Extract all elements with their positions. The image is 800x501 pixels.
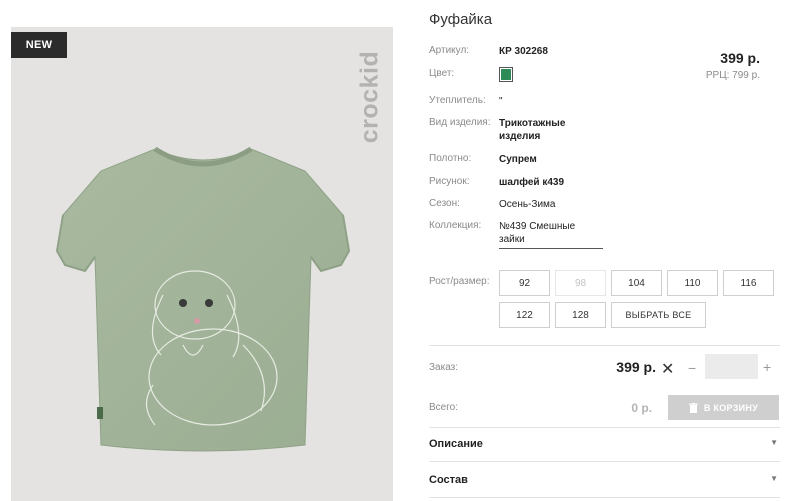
pattern-value: шалфей к439: [499, 177, 565, 188]
article-value: КР 302268: [499, 46, 548, 57]
product-title: Фуфайка: [429, 11, 493, 28]
size-option-116[interactable]: 116: [723, 270, 774, 296]
select-all-sizes-button[interactable]: ВЫБРАТЬ ВСЕ: [611, 302, 706, 328]
insulation-value: ": [499, 96, 503, 107]
pattern-label: Рисунок:: [429, 176, 470, 187]
accordion-description[interactable]: Описание ▼: [429, 438, 780, 458]
size-option-110[interactable]: 110: [667, 270, 718, 296]
color-label: Цвет:: [429, 68, 455, 79]
product-price: 399 р.: [720, 50, 760, 66]
collection-label: Коллекция:: [429, 220, 482, 231]
size-option-92[interactable]: 92: [499, 270, 550, 296]
fabric-label: Полотно:: [429, 153, 472, 164]
chevron-down-icon: ▼: [770, 474, 778, 483]
trash-icon: [688, 402, 698, 413]
size-option-98[interactable]: 98: [555, 270, 606, 296]
size-option-128[interactable]: 128: [555, 302, 606, 328]
divider: [429, 461, 780, 462]
color-swatch[interactable]: [499, 67, 513, 82]
tshirt-illustration: [55, 146, 351, 452]
divider: [429, 427, 780, 428]
insulation-label: Утеплитель:: [429, 95, 486, 106]
times-icon: ✕: [661, 361, 675, 378]
order-price: 399 р.: [616, 359, 656, 375]
size-option-122[interactable]: 122: [499, 302, 550, 328]
quantity-input[interactable]: [705, 354, 758, 379]
fabric-value: Супрем: [499, 154, 537, 165]
season-label: Сезон:: [429, 198, 460, 209]
quantity-decrease-button[interactable]: −: [688, 360, 696, 376]
collection-value: №439 Смешные зайки: [499, 220, 603, 249]
total-label: Всего:: [429, 402, 458, 413]
accordion-composition[interactable]: Состав ▼: [429, 474, 780, 494]
product-image: NEW crockid: [11, 27, 393, 501]
chevron-down-icon: ▼: [770, 438, 778, 447]
season-value: Осень-Зима: [499, 199, 556, 210]
divider: [429, 345, 780, 346]
add-to-cart-button[interactable]: В КОРЗИНУ: [668, 395, 779, 420]
quantity-increase-button[interactable]: +: [763, 359, 771, 375]
new-badge: NEW: [11, 32, 67, 58]
rrc-price: РРЦ: 799 р.: [705, 70, 760, 81]
size-label: Рост/размер:: [429, 276, 490, 287]
size-option-104[interactable]: 104: [611, 270, 662, 296]
total-value: 0 р.: [631, 401, 652, 415]
order-label: Заказ:: [429, 362, 459, 373]
type-label: Вид изделия:: [429, 117, 491, 128]
divider: [429, 497, 780, 498]
article-label: Артикул:: [429, 45, 470, 56]
type-value: Трикотажные изделия: [499, 118, 566, 142]
